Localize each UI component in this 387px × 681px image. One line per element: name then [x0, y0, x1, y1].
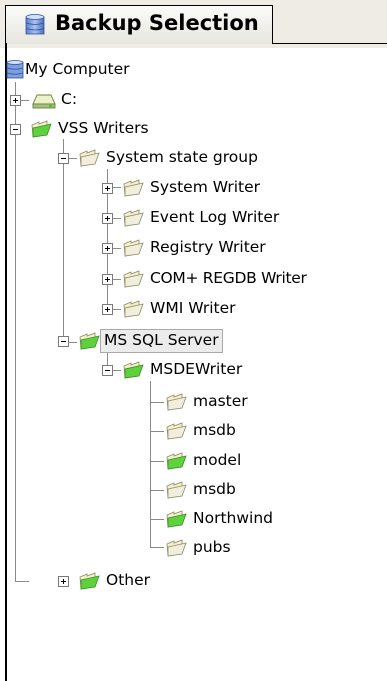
tree-node-com-regdb-writer[interactable]: COM+ REGDB Writer: [0, 267, 380, 291]
tree-node-label: C:: [61, 90, 78, 108]
tree-node-label: Other: [106, 571, 151, 589]
tree-node-master[interactable]: master: [0, 390, 300, 414]
tree-node-label: Event Log Writer: [150, 208, 280, 226]
tree-node-label: pubs: [193, 538, 231, 556]
tree-node-system-state-group[interactable]: System state group: [0, 146, 340, 170]
tree-node-msdb[interactable]: msdb: [0, 478, 300, 502]
backup-selection-tree: My Computer C: VSS Writers System state …: [0, 0, 387, 681]
tree-node-drive-c[interactable]: C:: [0, 88, 200, 112]
expand-toggle[interactable]: [102, 274, 113, 285]
tree-node-pubs[interactable]: pubs: [0, 536, 300, 560]
tree-node-wmi-writer[interactable]: WMI Writer: [0, 297, 340, 321]
collapse-toggle[interactable]: [102, 365, 113, 376]
folder-green-icon: [123, 361, 144, 379]
expand-toggle[interactable]: [102, 183, 113, 194]
tree-node-registry-writer[interactable]: Registry Writer: [0, 236, 340, 260]
tree-node-label: WMI Writer: [150, 299, 236, 317]
drive-icon: [32, 94, 56, 109]
folder-empty-icon: [166, 422, 187, 440]
tree-node-label: System state group: [106, 148, 258, 166]
tree-node-event-log-writer[interactable]: Event Log Writer: [0, 206, 340, 230]
folder-green-icon: [166, 510, 187, 528]
folder-empty-icon: [123, 270, 144, 288]
tree-node-label: System Writer: [150, 178, 261, 196]
collapse-toggle[interactable]: [10, 124, 21, 135]
folder-green-icon: [31, 120, 52, 138]
tree-node-label: msdb: [193, 421, 236, 439]
folder-empty-icon: [166, 393, 187, 411]
folder-empty-icon: [123, 209, 144, 227]
folder-green-icon: [166, 452, 187, 470]
tree-node-label: Registry Writer: [150, 238, 266, 256]
tree-node-msdewriter[interactable]: MSDEWriter: [0, 358, 300, 382]
folder-empty-icon: [166, 481, 187, 499]
tree-node-label: My Computer: [25, 60, 130, 78]
tree-node-label-selected: MS SQL Server: [100, 329, 223, 353]
folder-empty-icon: [123, 179, 144, 197]
tree-node-ms-sql-server[interactable]: MS SQL Server: [0, 329, 300, 353]
tree-node-msdb[interactable]: msdb: [0, 419, 300, 443]
tree-node-label: msdb: [193, 480, 236, 498]
tree-node-other[interactable]: Other: [0, 569, 300, 593]
folder-green-icon: [79, 572, 100, 590]
tree-node-model[interactable]: model: [0, 449, 300, 473]
folder-green-icon: [79, 332, 100, 350]
tree-node-label: COM+ REGDB Writer: [150, 269, 307, 287]
backup-selection-window: Backup Selection My Computer C: VSS Writ…: [0, 0, 387, 681]
tree-node-vss-writers[interactable]: VSS Writers: [0, 117, 220, 141]
expand-toggle[interactable]: [102, 213, 113, 224]
expand-toggle[interactable]: [58, 576, 69, 587]
collapse-toggle[interactable]: [58, 153, 69, 164]
folder-empty-icon: [79, 149, 100, 167]
tree-node-label: Northwind: [193, 509, 273, 527]
folder-empty-icon: [123, 300, 144, 318]
collapse-toggle[interactable]: [58, 336, 69, 347]
folder-empty-icon: [166, 539, 187, 557]
folder-empty-icon: [123, 239, 144, 257]
expand-toggle[interactable]: [102, 304, 113, 315]
tree-node-system-writer[interactable]: System Writer: [0, 176, 340, 200]
tree-node-label: MSDEWriter: [150, 360, 243, 378]
expand-toggle[interactable]: [10, 95, 21, 106]
tree-node-northwind[interactable]: Northwind: [0, 507, 300, 531]
tree-node-label: model: [193, 451, 242, 469]
tree-node-label: VSS Writers: [58, 119, 149, 137]
tree-node-label: master: [193, 392, 248, 410]
tree-node-my-computer[interactable]: My Computer: [0, 58, 200, 82]
expand-toggle[interactable]: [102, 243, 113, 254]
